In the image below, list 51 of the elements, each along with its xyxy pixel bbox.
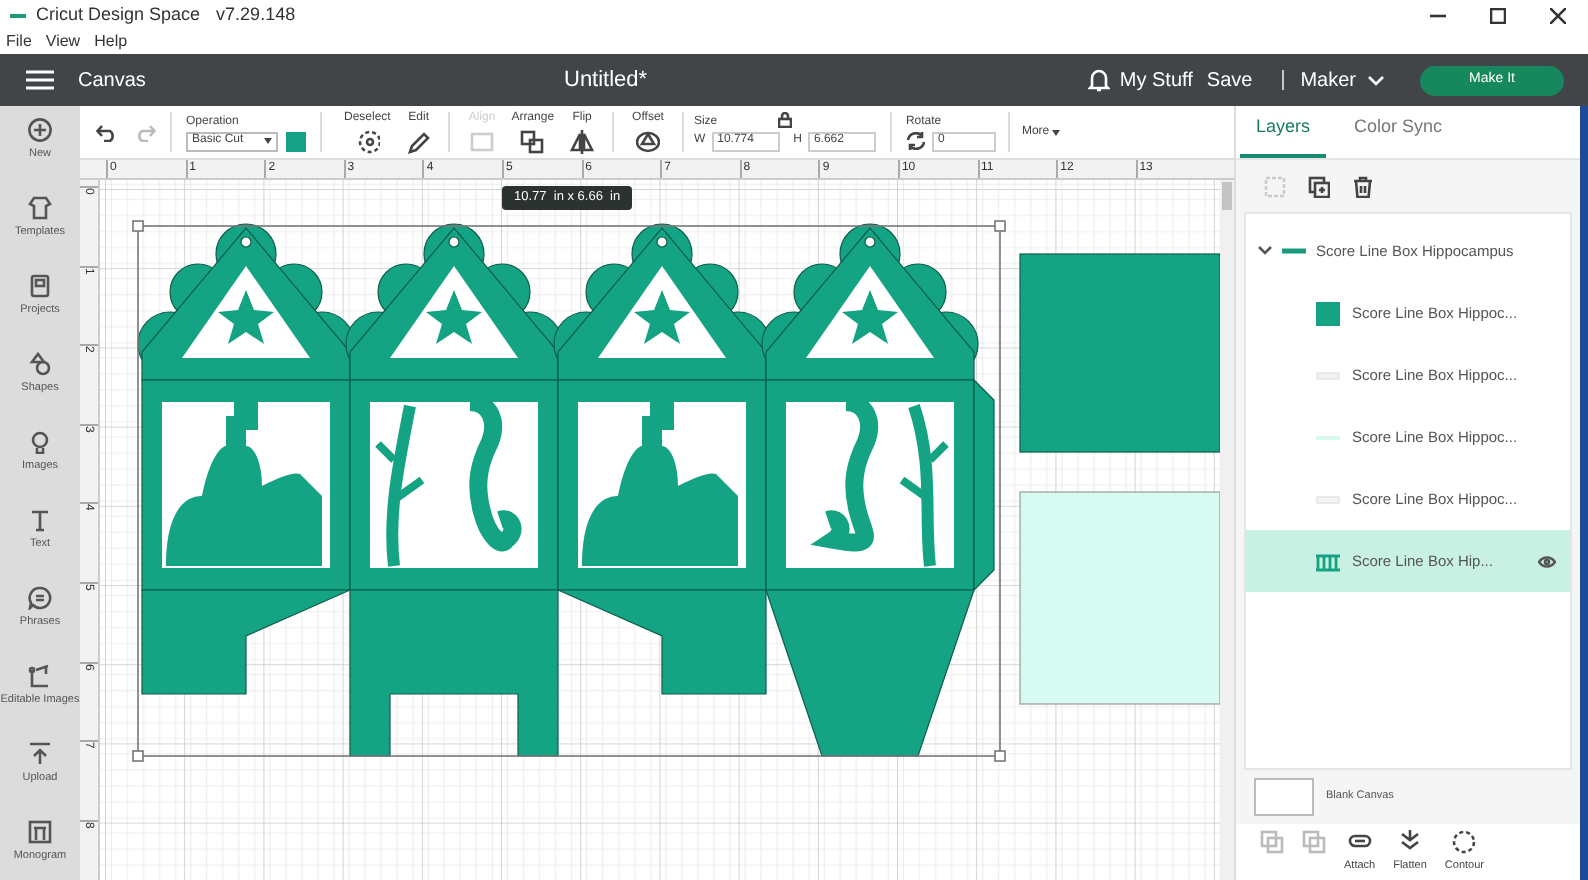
color-swatch[interactable] [286,131,306,151]
arrange-icon [520,130,545,154]
undo-icon [96,123,118,141]
bell-icon [1087,68,1110,92]
app-version: v7.29.148 [216,1,296,28]
phrases-icon [28,586,52,610]
menu-item[interactable]: File [6,30,32,54]
menu-item[interactable]: Help [94,30,128,54]
caret-icon [1051,129,1060,135]
maximize-icon [1490,7,1506,23]
chevron-down-icon [1368,75,1384,85]
panel-tab[interactable]: Color Sync [1338,113,1459,158]
redo-icon [134,123,156,141]
duplicate-icon [1308,175,1330,197]
deselect-icon [355,130,380,154]
new-icon [28,118,52,142]
rotate-icon [905,132,926,150]
scrollbar[interactable] [1220,180,1234,880]
header-link[interactable]: Save [1206,65,1253,95]
delete-icon [1352,175,1374,197]
layer-thumbnail [1316,301,1340,325]
layer-thumbnail [1316,549,1340,573]
document-title: Untitled* [564,65,648,96]
group-thumbnail-icon [1282,246,1306,256]
upload-icon [28,742,52,766]
app-title: Cricut Design Space [36,1,201,28]
group-icon [1264,175,1286,197]
offset-icon [636,130,660,154]
close-icon [1550,7,1566,23]
monogram-icon [28,820,52,844]
header-link[interactable]: My Stuff [1119,65,1193,95]
delete-button[interactable] [1352,175,1374,197]
edit-icon [406,130,431,154]
contour-icon [1452,830,1477,854]
blank-canvas-thumbnail[interactable] [1254,778,1314,816]
flip-icon [570,130,595,154]
shapes-icon [28,352,52,376]
lock-icon [777,111,792,127]
flatten-icon [1398,830,1422,854]
duplicate-button[interactable] [1308,175,1330,197]
panel-tab[interactable]: Layers [1240,113,1327,158]
menu-item[interactable]: View [45,30,81,54]
caret-icon [264,138,272,144]
machine-selector[interactable]: Maker [1300,65,1384,95]
page-title: Canvas [78,67,146,95]
text-icon [28,508,52,532]
design-canvas[interactable] [100,180,1220,880]
menu-icon [26,70,54,90]
chevron-down-icon [1258,246,1272,256]
eye-icon [1538,555,1556,567]
app-logo-icon [8,9,28,21]
